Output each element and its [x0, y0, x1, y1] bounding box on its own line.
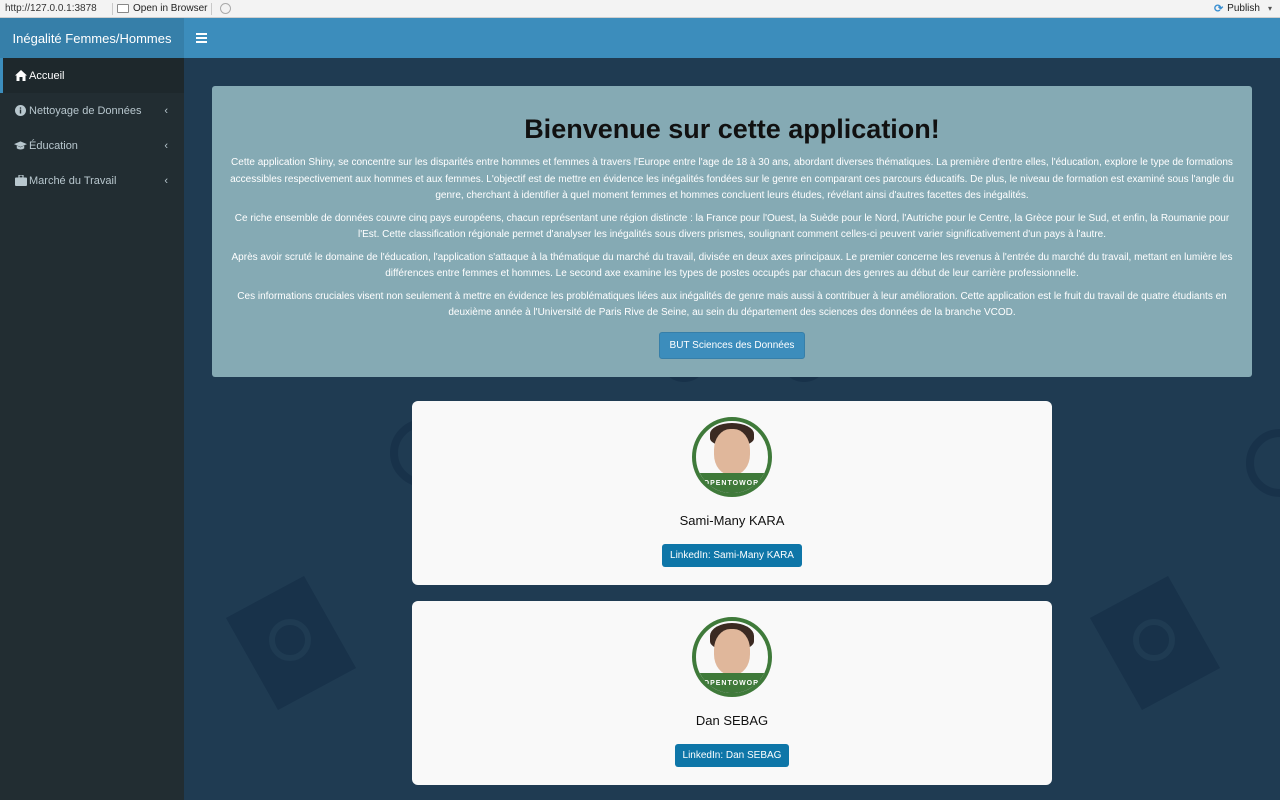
url-text: http://127.0.0.1:3878 [5, 3, 97, 14]
publish-label: Publish [1227, 3, 1260, 14]
welcome-paragraph: Ce riche ensemble de données couvre cinq… [234, 212, 1230, 241]
hamburger-icon [195, 33, 207, 43]
publish-button[interactable]: ⟳ Publish ▾ [1214, 2, 1272, 15]
linkedin-button[interactable]: LinkedIn: Dan SEBAG [674, 744, 790, 767]
avatar: #OPENTOWORK [692, 417, 772, 497]
welcome-paragraph: Après avoir scruté le domaine de l'éduca… [231, 251, 1233, 280]
open-in-browser-label: Open in Browser [133, 3, 208, 14]
sidebar-item-label: Éducation [29, 139, 78, 152]
profile-name: Sami-Many KARA [679, 513, 785, 528]
publish-icon: ⟳ [1213, 3, 1224, 15]
open-to-work-badge: #OPENTOWORK [696, 473, 768, 493]
profile-name: Dan SEBAG [695, 713, 769, 728]
graduation-cap-icon [14, 140, 27, 151]
refresh-icon[interactable] [220, 3, 232, 14]
sidebar-item-label: Nettoyage de Données [29, 104, 142, 117]
main-header: Inégalité Femmes/Hommes [0, 18, 1280, 58]
window-icon [117, 4, 129, 13]
app-title[interactable]: Inégalité Femmes/Hommes [0, 18, 184, 58]
chevron-left-icon: ‹ [164, 174, 168, 187]
chevron-left-icon: ‹ [164, 104, 168, 117]
open-in-browser-button[interactable]: Open in Browser [117, 3, 207, 14]
sidebar-item-education[interactable]: Éducation ‹ [0, 128, 184, 163]
sidebar-item-nettoyage[interactable]: Nettoyage de Données ‹ [0, 93, 184, 128]
profile-card: #OPENTOWORK Dan SEBAG LinkedIn: Dan SEBA… [412, 601, 1052, 785]
linkedin-button[interactable]: LinkedIn: Sami-Many KARA [662, 544, 802, 567]
browser-toolbar: http://127.0.0.1:3878 Open in Browser ⟳ … [0, 0, 1280, 18]
main-content: Bienvenue sur cette application! Cette a… [184, 58, 1280, 800]
avatar: #OPENTOWORK [692, 617, 772, 697]
divider [112, 2, 113, 15]
info-icon [14, 105, 27, 116]
briefcase-icon [14, 175, 27, 186]
welcome-paragraph: Cette application Shiny, se concentre su… [230, 157, 1234, 201]
but-sciences-button[interactable]: BUT Sciences des Données [658, 331, 806, 359]
sidebar-item-label: Accueil [29, 69, 65, 82]
chevron-left-icon: ‹ [164, 139, 168, 152]
welcome-title: Bienvenue sur cette application! [524, 114, 940, 144]
divider [211, 2, 213, 15]
welcome-box: Bienvenue sur cette application! Cette a… [212, 86, 1252, 377]
profile-card: #OPENTOWORK Sami-Many KARA LinkedIn: Sam… [412, 401, 1052, 585]
sidebar-item-label: Marché du Travail [29, 174, 117, 187]
home-icon [14, 70, 27, 81]
welcome-paragraph: Ces informations cruciales visent non se… [237, 290, 1227, 319]
sidebar: Accueil Nettoyage de Données ‹ Éducation… [0, 58, 184, 800]
sidebar-item-marche-travail[interactable]: Marché du Travail ‹ [0, 163, 184, 198]
open-to-work-badge: #OPENTOWORK [696, 673, 768, 693]
sidebar-item-accueil[interactable]: Accueil [0, 58, 184, 93]
caret-down-icon: ▾ [1267, 4, 1272, 13]
sidebar-toggle-button[interactable] [184, 18, 218, 58]
